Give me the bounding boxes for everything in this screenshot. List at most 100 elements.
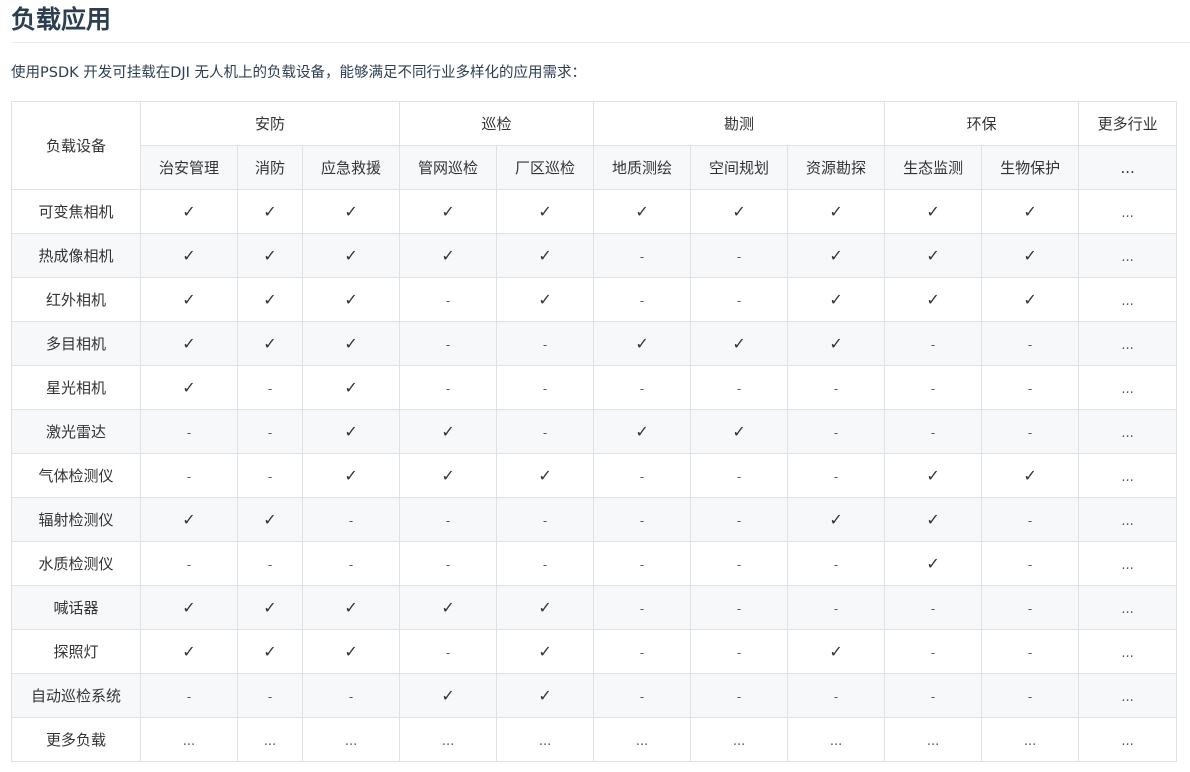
- title-divider: [11, 42, 1190, 43]
- table-cell: ✓: [884, 233, 983, 278]
- table-cell: -: [496, 497, 595, 542]
- table-cell: ✓: [690, 409, 789, 454]
- column-header: 地质测绘: [593, 145, 692, 190]
- more-marker: ...: [1121, 381, 1134, 397]
- table-cell: ...: [1078, 717, 1178, 762]
- dash-mark: -: [186, 557, 192, 572]
- dash-mark: -: [1027, 601, 1033, 616]
- table-cell: ✓: [884, 497, 983, 542]
- table-cell: -: [237, 409, 303, 454]
- table-cell: ✓: [301, 585, 401, 630]
- table-cell: ✓: [399, 409, 498, 454]
- table-cell: ✓: [301, 409, 401, 454]
- table-cell: ...: [690, 717, 789, 762]
- check-mark: ✓: [344, 334, 358, 353]
- table-cell: ...: [1078, 233, 1178, 278]
- dash-mark: -: [186, 425, 192, 440]
- more-marker: ...: [1121, 205, 1134, 221]
- table-cell: -: [884, 629, 983, 674]
- dash-mark: -: [445, 557, 451, 572]
- table-cell: ✓: [884, 453, 983, 498]
- check-mark: ✓: [926, 510, 940, 529]
- dash-mark: -: [833, 469, 839, 484]
- more-marker: ...: [1121, 601, 1134, 617]
- table-cell: ✓: [884, 541, 983, 586]
- dash-mark: -: [736, 469, 742, 484]
- table-cell: ...: [1078, 541, 1178, 586]
- dash-mark: -: [833, 425, 839, 440]
- check-mark: ✓: [344, 598, 358, 617]
- table-cell: -: [690, 453, 789, 498]
- table-cell: -: [787, 409, 886, 454]
- table-cell: -: [140, 453, 238, 498]
- more-marker: ...: [1121, 557, 1134, 573]
- column-header: 厂区巡检: [496, 145, 595, 190]
- more-marker: ...: [1121, 337, 1134, 353]
- check-mark: ✓: [182, 334, 196, 353]
- table-cell: -: [981, 629, 1080, 674]
- check-mark: ✓: [182, 378, 196, 397]
- more-marker: ...: [829, 733, 843, 749]
- dash-mark: -: [267, 381, 273, 396]
- table-cell: ✓: [301, 453, 401, 498]
- dash-mark: -: [639, 513, 645, 528]
- table-cell: -: [690, 497, 789, 542]
- dash-mark: -: [348, 557, 354, 572]
- table-row: 多目相机 ✓ ✓ ✓ - - ✓ ✓ ✓ - -...: [11, 321, 1178, 366]
- dash-mark: -: [736, 557, 742, 572]
- payload-name-cell: 辐射检测仪: [11, 497, 141, 542]
- payload-name-cell: 水质检测仪: [11, 541, 141, 586]
- check-mark: ✓: [538, 642, 552, 661]
- group-header: 安防: [139, 101, 401, 146]
- table-cell: ✓: [496, 453, 595, 498]
- payload-name-cell: 可变焦相机: [11, 189, 141, 234]
- table-cell: -: [399, 629, 498, 674]
- payload-name-cell: 自动巡检系统: [11, 673, 141, 718]
- table-cell: ✓: [140, 233, 238, 278]
- table-cell: ✓: [496, 277, 595, 322]
- check-mark: ✓: [829, 334, 843, 353]
- check-mark: ✓: [538, 202, 552, 221]
- table-cell: ...: [884, 717, 983, 762]
- table-cell: ...: [1078, 409, 1178, 454]
- dash-mark: -: [1027, 557, 1033, 572]
- table-cell: -: [140, 673, 238, 718]
- table-cell: ...: [1078, 673, 1178, 718]
- table-cell: -: [981, 365, 1080, 410]
- table-cell: -: [787, 365, 886, 410]
- check-mark: ✓: [635, 334, 649, 353]
- table-cell: ✓: [301, 321, 401, 366]
- table-cell: -: [884, 585, 983, 630]
- dash-mark: -: [267, 689, 273, 704]
- table-cell: -: [593, 673, 692, 718]
- header-group-row: 负载设备 安防 巡检 勘测 环保 更多行业: [11, 101, 1178, 190]
- dash-mark: -: [930, 601, 936, 616]
- table-cell: -: [981, 673, 1080, 718]
- payload-name-cell: 激光雷达: [11, 409, 141, 454]
- check-mark: ✓: [182, 246, 196, 265]
- dash-mark: -: [542, 425, 548, 440]
- table-cell: ...: [981, 717, 1080, 762]
- table-cell: ✓: [787, 189, 886, 234]
- table-cell: -: [301, 497, 401, 542]
- group-header: 勘测: [593, 101, 886, 146]
- table-cell: ✓: [237, 321, 303, 366]
- table-cell: ✓: [496, 233, 595, 278]
- dash-mark: -: [736, 645, 742, 660]
- column-header: 消防: [237, 145, 303, 190]
- check-mark: ✓: [829, 510, 843, 529]
- table-row: 气体检测仪 - - ✓ ✓ ✓ - - - ✓ ✓...: [11, 453, 1178, 498]
- table-cell: -: [981, 409, 1080, 454]
- table-cell: ✓: [787, 233, 886, 278]
- table-cell: -: [884, 321, 983, 366]
- more-marker: ...: [263, 733, 277, 749]
- dash-mark: -: [542, 557, 548, 572]
- check-mark: ✓: [182, 290, 196, 309]
- dash-mark: -: [186, 689, 192, 704]
- check-mark: ✓: [926, 202, 940, 221]
- table-cell: ✓: [140, 497, 238, 542]
- table-cell: -: [981, 585, 1080, 630]
- check-mark: ✓: [263, 290, 277, 309]
- more-marker: ...: [1121, 293, 1134, 309]
- table-cell: ...: [1078, 365, 1178, 410]
